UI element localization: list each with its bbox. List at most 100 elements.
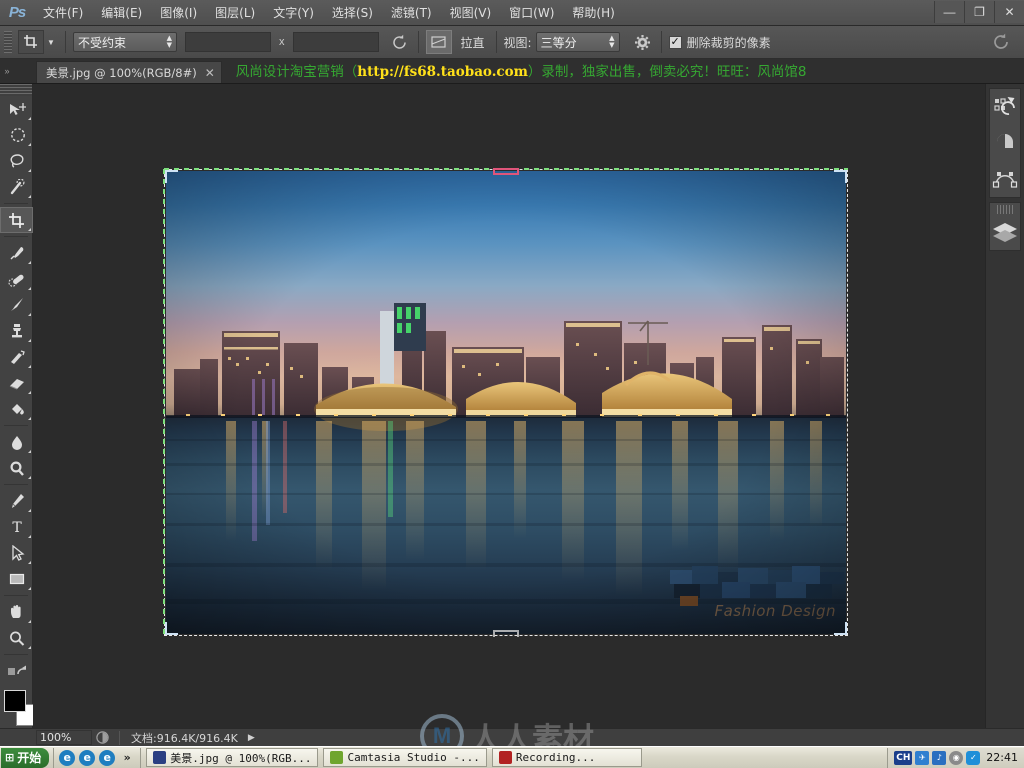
document-tab-strip: » 美景.jpg @ 100%(RGB/8#) ✕ 风尚设计淘宝营销（http:… (0, 59, 1024, 84)
crop-icon (8, 212, 24, 228)
quick-launch-bar: e e e» (53, 747, 142, 768)
paths-icon (992, 172, 1018, 188)
status-expand-icon[interactable]: ▶ (248, 733, 255, 743)
zoom-level-field[interactable]: 100% (36, 730, 92, 745)
path-selection-tool[interactable] (0, 540, 33, 566)
toolbar-divider (4, 484, 28, 485)
tray-qq-icon[interactable]: ✈ (915, 750, 930, 765)
swap-dimensions-button[interactable] (389, 31, 411, 53)
menu-file[interactable]: 文件(F) (34, 1, 92, 24)
options-bar-grip[interactable] (4, 31, 12, 53)
task-camtasia[interactable]: Camtasia Studio -... (323, 748, 487, 767)
gradient-tool[interactable] (0, 396, 33, 422)
document-tab[interactable]: 美景.jpg @ 100%(RGB/8#) ✕ (36, 61, 222, 83)
tray-shield-icon[interactable]: ✓ (966, 750, 981, 765)
paths-panel-button[interactable] (990, 161, 1020, 197)
straighten-label: 拉直 (460, 35, 485, 50)
window-controls: — ❐ ✕ (934, 0, 1024, 26)
shape-tool[interactable] (0, 566, 33, 592)
lasso-tool[interactable] (0, 148, 33, 174)
promo-banner: 风尚设计淘宝营销（http://fs68.taobao.com）录制，独家出售，… (236, 60, 807, 83)
crop-ratio-select[interactable]: 不受约束 ▲ ▼ (73, 32, 177, 52)
photo-vignette (166, 171, 846, 634)
type-tool[interactable]: T (0, 514, 33, 540)
history-panel-button[interactable] (990, 89, 1020, 125)
move-tool[interactable] (0, 96, 33, 122)
edit-toolbar-icon (7, 665, 26, 675)
tray-clock[interactable]: 22:41 (986, 751, 1018, 764)
tool-preset-chevron[interactable]: ▼ (44, 38, 58, 47)
crop-settings-button[interactable] (632, 34, 654, 51)
menu-window[interactable]: 窗口(W) (500, 1, 563, 24)
recording-icon (498, 751, 512, 764)
eraser-tool[interactable] (0, 370, 33, 396)
close-button[interactable]: ✕ (994, 1, 1024, 23)
tray-disc-icon[interactable]: ◉ (949, 750, 964, 765)
clone-stamp-icon (11, 323, 22, 337)
blur-tool[interactable] (0, 429, 33, 455)
healing-brush-icon (7, 274, 24, 287)
layers-panel-button[interactable] (990, 214, 1020, 250)
hand-tool[interactable] (0, 599, 33, 625)
tools-panel-grip[interactable] (0, 84, 32, 96)
preview-icon (95, 731, 109, 744)
crop-view-select[interactable]: 三等分 ▲ ▼ (535, 32, 620, 52)
menu-view[interactable]: 视图(V) (441, 1, 501, 24)
reset-tool-button[interactable] (992, 33, 1010, 56)
straighten-button[interactable] (425, 30, 452, 54)
marquee-tool[interactable] (0, 122, 33, 148)
menu-edit[interactable]: 编辑(E) (92, 1, 151, 24)
document-tab-close-icon[interactable]: ✕ (205, 66, 215, 80)
adjustments-panel-button[interactable] (990, 125, 1020, 161)
menu-filter[interactable]: 滤镜(T) (382, 1, 441, 24)
tray-kugou-icon[interactable]: ♪ (932, 750, 947, 765)
crop-width-input[interactable] (185, 32, 271, 52)
menu-select[interactable]: 选择(S) (323, 1, 382, 24)
start-label: 开始 (17, 751, 42, 765)
quick-select-tool[interactable] (0, 174, 33, 200)
crop-view-value: 三等分 (540, 35, 577, 50)
restore-button[interactable]: ❐ (964, 1, 994, 23)
crop-height-input[interactable] (292, 32, 379, 52)
clone-stamp-tool[interactable] (0, 318, 33, 344)
history-brush-tool[interactable] (0, 344, 33, 370)
start-button[interactable]: ⊞ 开始 (1, 747, 50, 768)
crop-tool[interactable] (0, 207, 33, 233)
dock-group-2 (989, 202, 1021, 251)
delete-cropped-pixels-checkbox[interactable]: ✓ 删除裁剪的像素 (668, 34, 775, 51)
camtasia-icon (330, 751, 344, 764)
dodge-icon (9, 460, 24, 476)
zoom-tool[interactable] (0, 625, 33, 651)
task-photoshop[interactable]: 美景.jpg @ 100%(RGB... (146, 748, 319, 767)
foreground-color-swatch[interactable] (4, 690, 26, 712)
toolbar-divider (4, 595, 28, 596)
ie-icon[interactable]: e (59, 749, 76, 766)
ime-indicator[interactable]: CH (894, 750, 913, 765)
menu-layer[interactable]: 图层(L) (206, 1, 264, 24)
menu-help[interactable]: 帮助(H) (563, 1, 623, 24)
healing-brush-tool[interactable] (0, 266, 33, 292)
tabstrip-expand-icon[interactable]: » (0, 58, 14, 83)
preview-options-button[interactable] (92, 731, 112, 744)
task-recording[interactable]: Recording... (491, 748, 642, 767)
menu-image[interactable]: 图像(I) (151, 1, 206, 24)
eraser-icon (9, 378, 24, 389)
canvas-area[interactable]: Fashion Design (33, 84, 985, 728)
eyedropper-tool[interactable] (0, 240, 33, 266)
dock-group-2-grip[interactable] (997, 205, 1013, 214)
dodge-tool[interactable] (0, 455, 33, 481)
pen-tool[interactable] (0, 488, 33, 514)
menu-type[interactable]: 文字(Y) (264, 1, 323, 24)
windows-taskbar: ⊞ 开始 e e e» 美景.jpg @ 100%(RGB... Camtasia S… (0, 746, 1024, 768)
task-label: Camtasia Studio -... (347, 751, 480, 764)
minimize-button[interactable]: — (934, 1, 964, 23)
browser2-icon[interactable]: e (79, 749, 96, 766)
document-size-label: 文档:916.4K/916.4K (131, 731, 238, 745)
brush-tool[interactable] (0, 292, 33, 318)
more-chevron-icon[interactable]: » (119, 750, 135, 766)
ie2-icon[interactable]: e (99, 749, 116, 766)
document-canvas[interactable]: Fashion Design (163, 168, 848, 637)
tool-preset-picker[interactable] (18, 30, 44, 54)
document-tab-title: 美景.jpg @ 100%(RGB/8#) (46, 65, 197, 80)
edit-toolbar-button[interactable] (0, 658, 33, 684)
